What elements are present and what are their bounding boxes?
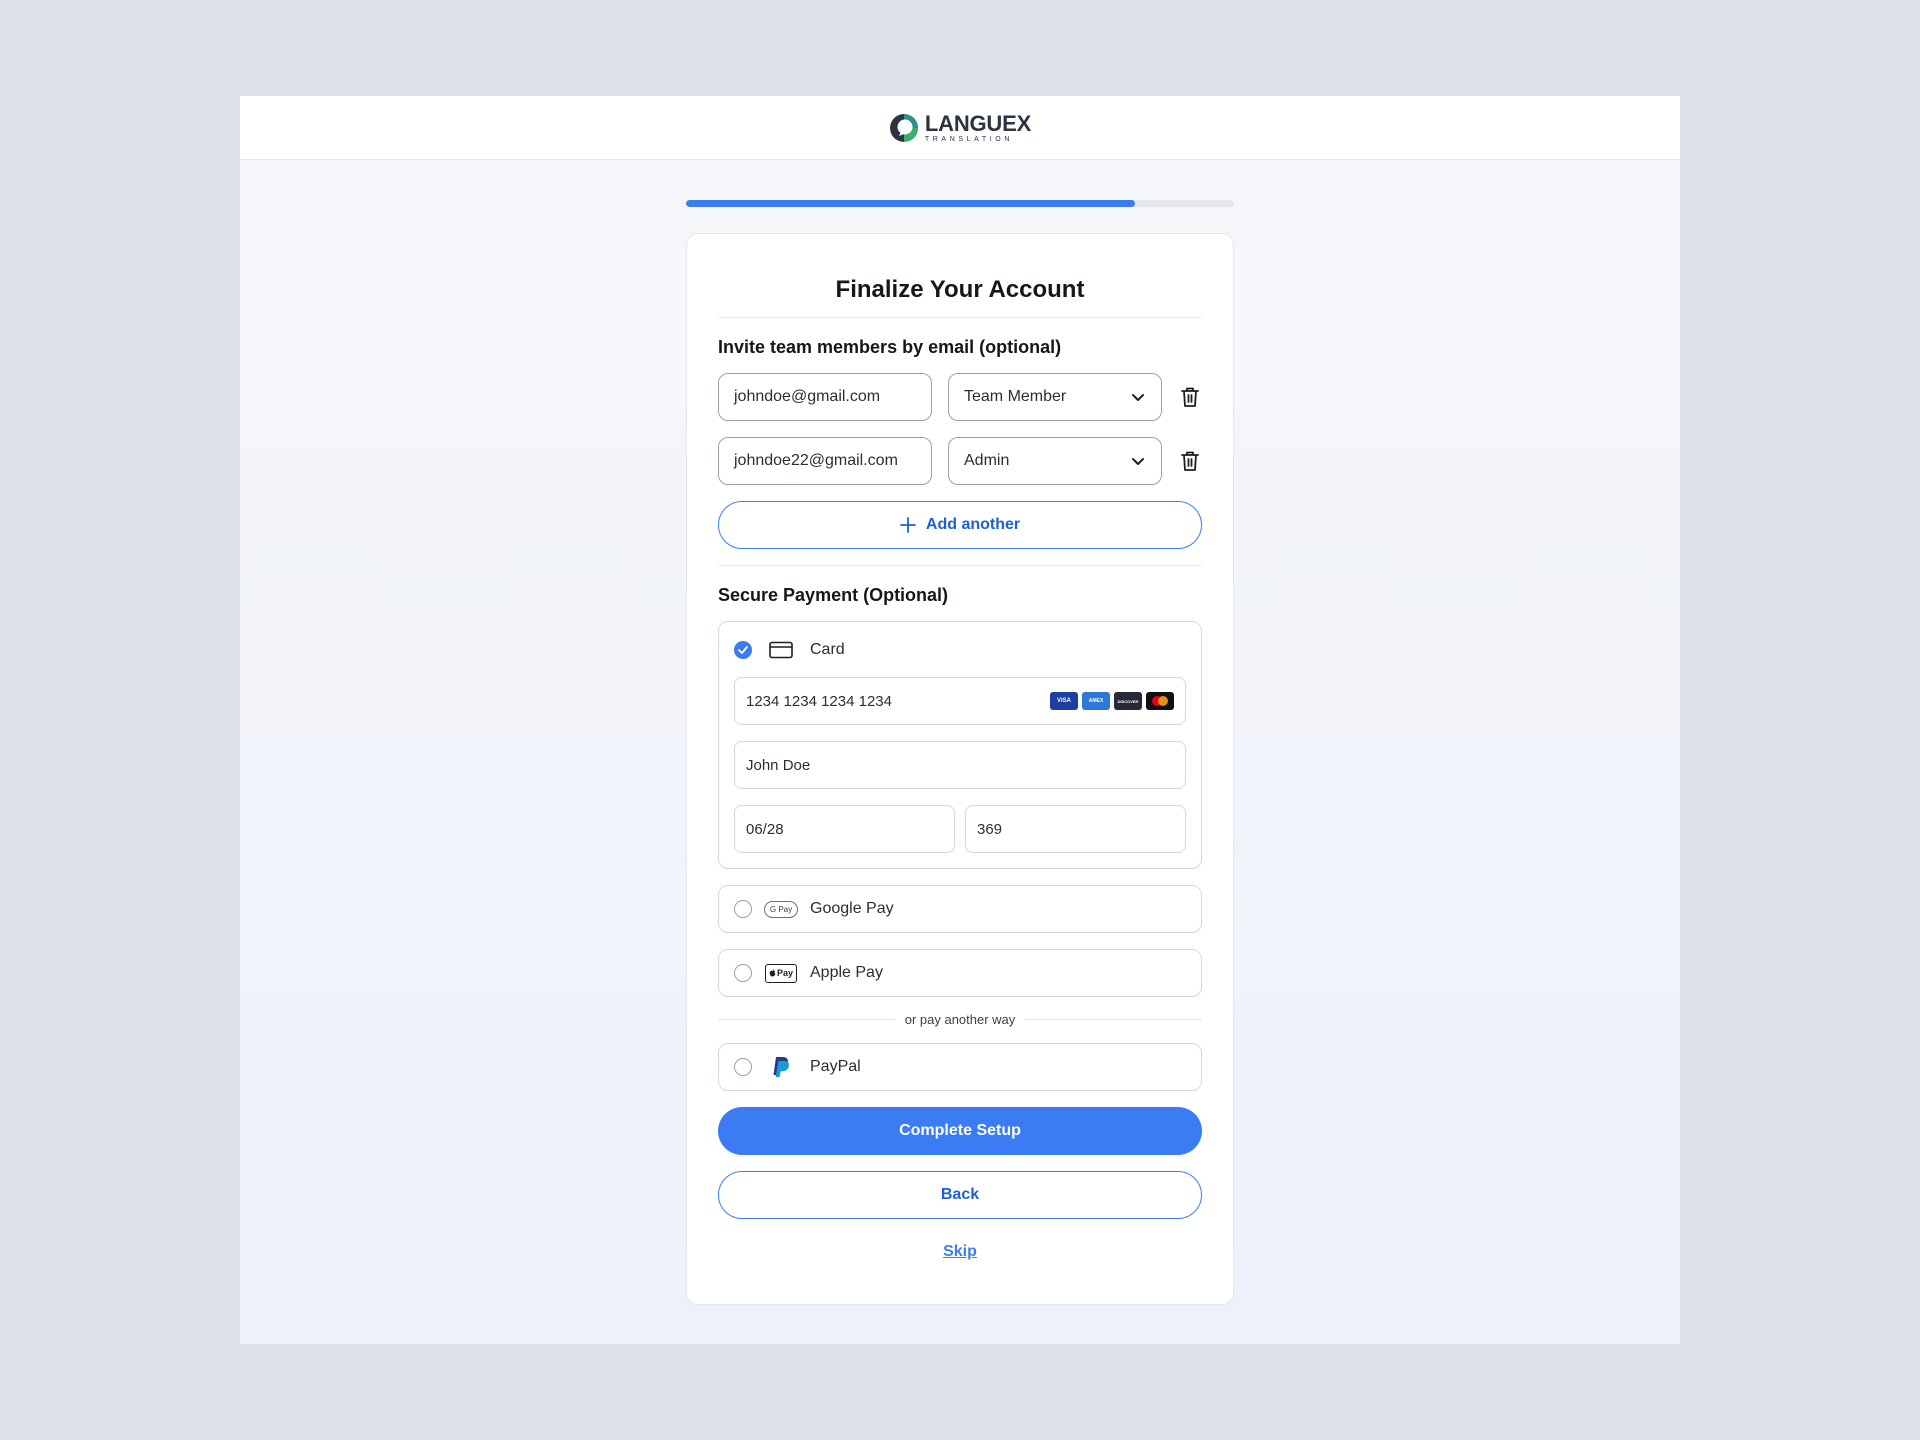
google-pay-label: Google Pay: [810, 900, 894, 917]
amex-icon: AMEX: [1082, 692, 1110, 710]
invite-email-input[interactable]: johndoe@gmail.com: [718, 373, 932, 421]
google-pay-option[interactable]: G Pay Google Pay: [718, 885, 1202, 933]
invite-role-value: Team Member: [964, 388, 1067, 405]
card-radio[interactable]: [734, 641, 752, 659]
invite-row: johndoe22@gmail.com Admin: [718, 437, 1202, 485]
card-number-value: 1234 1234 1234 1234: [746, 692, 892, 710]
invite-role-select[interactable]: Team Member: [948, 373, 1162, 421]
skip-link[interactable]: Skip: [718, 1243, 1202, 1261]
add-another-label: Add another: [925, 516, 1021, 533]
invite-section-label: Invite team members by email (optional): [718, 337, 1062, 357]
top-bar: LANGUEX TRANSLATION: [240, 96, 1680, 160]
plus-icon: [899, 517, 916, 533]
delete-invite-button[interactable]: [1178, 449, 1202, 473]
invite-role-select[interactable]: Admin: [948, 437, 1162, 485]
brand-name: LANGUEX: [924, 110, 1032, 136]
trash-icon: [1181, 451, 1199, 471]
chevron-down-icon: [1132, 458, 1144, 465]
card-label: Card: [810, 641, 845, 658]
apple-pay-icon: Pay: [764, 963, 798, 983]
paypal-icon: [764, 1057, 798, 1077]
complete-setup-button[interactable]: Complete Setup: [718, 1107, 1202, 1155]
page-title: Finalize Your Account: [718, 234, 1202, 318]
google-pay-icon: G Pay: [764, 899, 798, 919]
google-pay-radio[interactable]: [734, 900, 752, 918]
card-payment-option[interactable]: Card 1234 1234 1234 1234 VISA AMEX DISCO…: [718, 621, 1202, 869]
apple-pay-label: Apple Pay: [810, 964, 883, 981]
setup-progress-bar: [686, 200, 1234, 207]
credit-card-icon: [764, 640, 798, 660]
paypal-option[interactable]: PayPal: [718, 1043, 1202, 1091]
delete-invite-button[interactable]: [1178, 385, 1202, 409]
brand-logo: LANGUEX TRANSLATION: [889, 110, 1032, 143]
check-icon: [738, 646, 748, 654]
expiry-date-input[interactable]: 06/28: [734, 805, 955, 853]
cardholder-name-input[interactable]: John Doe: [734, 741, 1186, 789]
trash-icon: [1181, 387, 1199, 407]
paypal-label: PayPal: [810, 1058, 861, 1075]
finalize-account-card: Finalize Your Account Invite team member…: [686, 233, 1234, 1305]
app-frame: LANGUEX TRANSLATION Finalize Your Accoun…: [240, 96, 1680, 1344]
section-divider: [718, 565, 1202, 566]
or-divider: or pay another way: [718, 1009, 1203, 1029]
visa-icon: VISA: [1050, 692, 1078, 710]
payment-section-label: Secure Payment (Optional): [718, 585, 949, 605]
logo-mark-icon: [889, 113, 918, 142]
paypal-radio[interactable]: [734, 1058, 752, 1076]
cvc-input[interactable]: 369: [965, 805, 1186, 853]
chevron-down-icon: [1132, 394, 1144, 401]
mastercard-icon: [1146, 692, 1174, 710]
brand-tagline: TRANSLATION: [924, 135, 1013, 143]
card-number-input[interactable]: 1234 1234 1234 1234 VISA AMEX DISCOVER: [734, 677, 1186, 725]
invite-row: johndoe@gmail.com Team Member: [718, 373, 1202, 421]
or-divider-text: or pay another way: [904, 1011, 1016, 1027]
add-another-button[interactable]: Add another: [718, 501, 1202, 549]
card-brand-logos: VISA AMEX DISCOVER: [1050, 692, 1174, 710]
apple-pay-option[interactable]: Pay Apple Pay: [718, 949, 1202, 997]
invite-role-value: Admin: [964, 452, 1010, 469]
discover-icon: DISCOVER: [1114, 692, 1142, 710]
back-button[interactable]: Back: [718, 1171, 1202, 1219]
progress-fill: [686, 200, 1136, 207]
apple-pay-radio[interactable]: [734, 964, 752, 982]
invite-email-input[interactable]: johndoe22@gmail.com: [718, 437, 932, 485]
